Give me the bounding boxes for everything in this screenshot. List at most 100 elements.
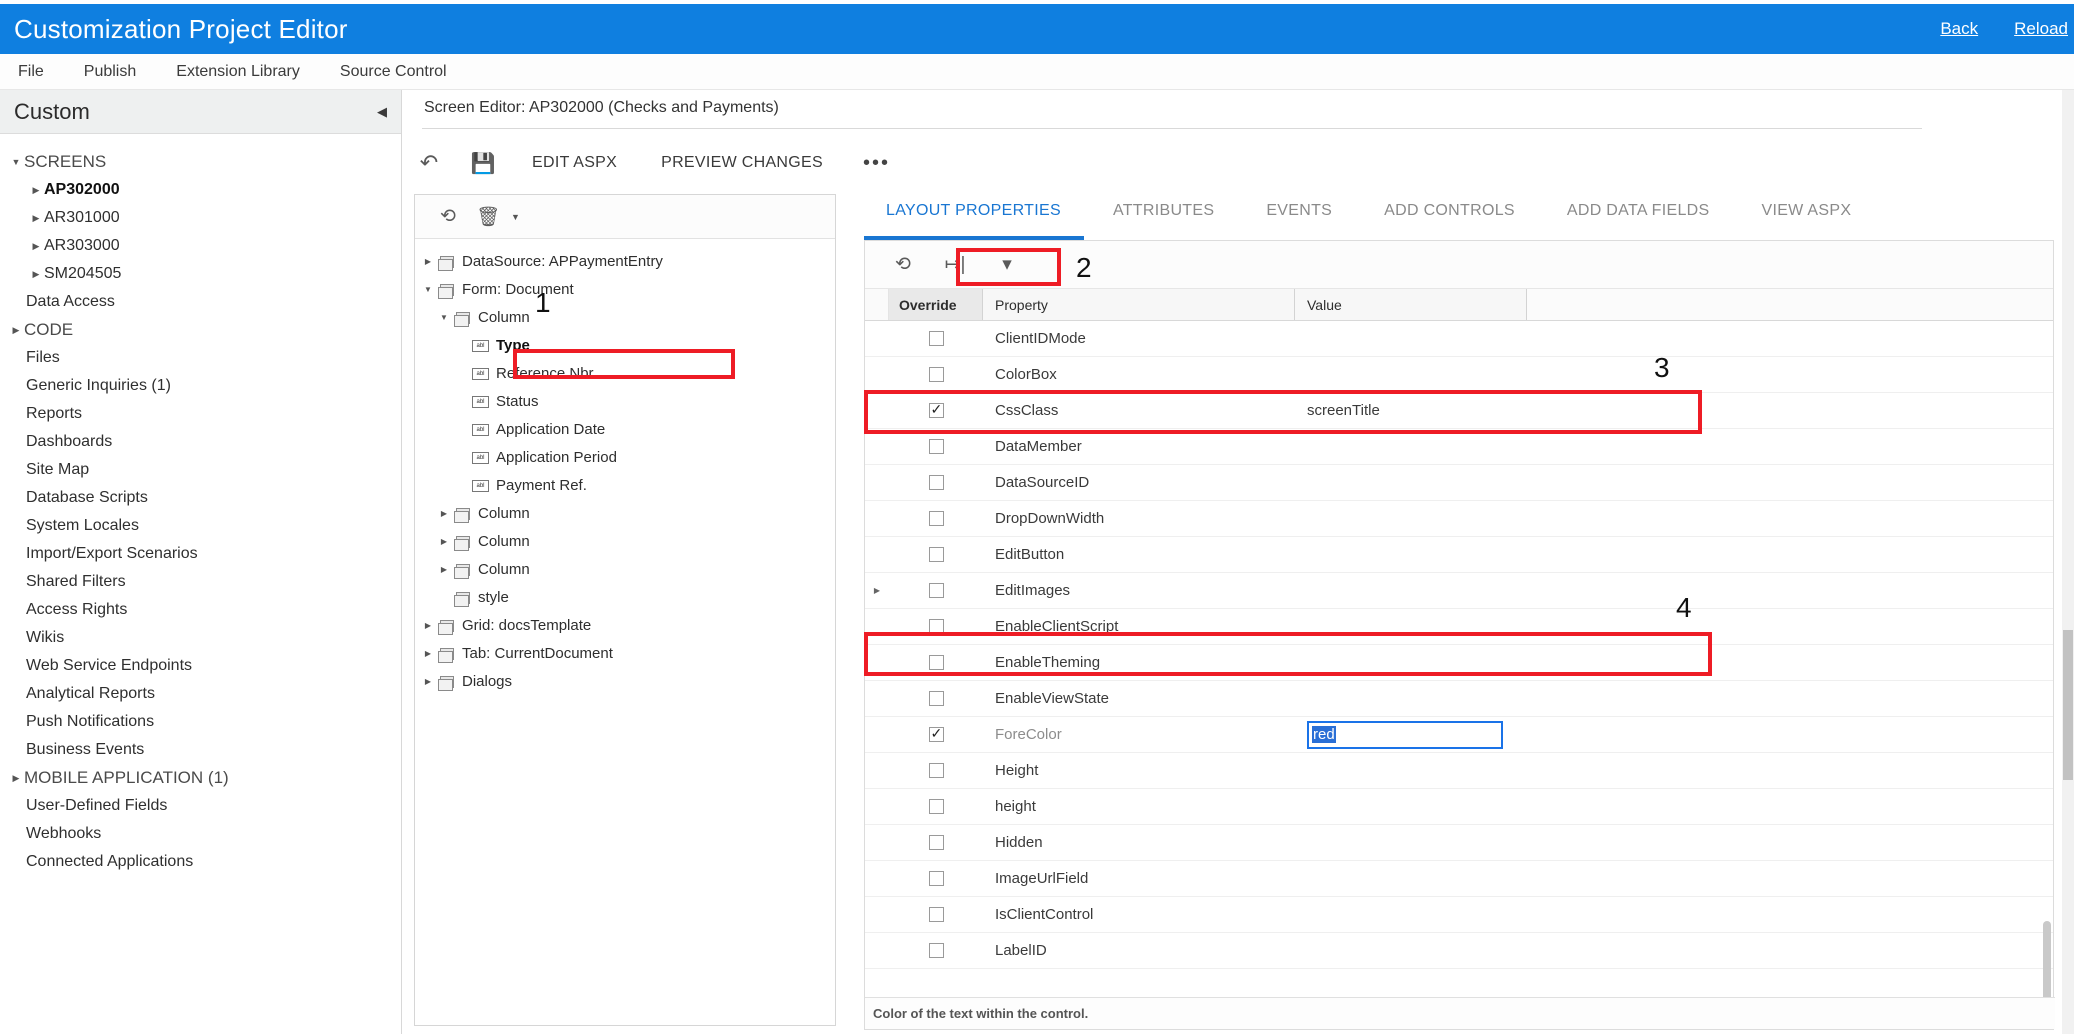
- sidebar-item-system-locales[interactable]: System Locales: [0, 512, 401, 540]
- refresh-icon[interactable]: ⟲: [431, 205, 465, 228]
- undo-arrow-icon[interactable]: ↶: [402, 150, 456, 176]
- edit-aspx-button[interactable]: EDIT ASPX: [510, 154, 639, 172]
- sidebar-item-sm204505[interactable]: ▶ SM204505: [0, 260, 401, 288]
- sidebar-item-screens[interactable]: ▼ SCREENS: [0, 148, 401, 176]
- override-checkbox[interactable]: [889, 655, 983, 670]
- override-checkbox[interactable]: [889, 691, 983, 706]
- property-row[interactable]: DataMember: [865, 429, 2053, 465]
- tab-layout-properties[interactable]: LAYOUT PROPERTIES: [860, 194, 1087, 220]
- property-row[interactable]: ForeColor red: [865, 717, 2053, 753]
- tree-node[interactable]: ▶ Dialogs: [415, 667, 835, 695]
- override-checkbox[interactable]: [889, 763, 983, 778]
- override-checkbox[interactable]: [889, 724, 983, 742]
- property-row[interactable]: EditButton: [865, 537, 2053, 573]
- chevron-right-icon[interactable]: ▶: [437, 509, 451, 518]
- fit-width-icon[interactable]: ↦|: [933, 253, 977, 276]
- sidebar-item-data-access[interactable]: Data Access: [0, 288, 401, 316]
- sidebar-item-dashboards[interactable]: Dashboards: [0, 428, 401, 456]
- tree-node[interactable]: ▶ Column: [415, 499, 835, 527]
- sidebar-item-ar303000[interactable]: ▶ AR303000: [0, 232, 401, 260]
- tree-node[interactable]: abl Status: [415, 387, 835, 415]
- override-checkbox[interactable]: [889, 943, 983, 958]
- property-row[interactable]: EnableTheming: [865, 645, 2053, 681]
- override-checkbox[interactable]: [889, 835, 983, 850]
- sidebar-item-webhooks[interactable]: Webhooks: [0, 820, 401, 848]
- tab-add-data-fields[interactable]: ADD DATA FIELDS: [1541, 194, 1736, 220]
- override-checkbox[interactable]: [889, 871, 983, 886]
- sidebar-item-reports[interactable]: Reports: [0, 400, 401, 428]
- override-checkbox[interactable]: [889, 475, 983, 490]
- chevron-right-icon[interactable]: ▶: [28, 185, 44, 196]
- tree-node[interactable]: ▶ Tab: CurrentDocument: [415, 639, 835, 667]
- tree-node[interactable]: abl Application Date: [415, 415, 835, 443]
- trash-icon[interactable]: 🗑: [471, 205, 505, 229]
- override-checkbox[interactable]: [889, 907, 983, 922]
- override-checkbox[interactable]: [889, 619, 983, 634]
- override-checkbox[interactable]: [889, 439, 983, 454]
- override-checkbox[interactable]: [889, 547, 983, 562]
- sidebar-item-files[interactable]: Files: [0, 344, 401, 372]
- property-row[interactable]: IsClientControl: [865, 897, 2053, 933]
- property-value-cell[interactable]: screenTitle: [1295, 402, 1527, 419]
- sidebar-item-generic-inquiries-1[interactable]: Generic Inquiries (1): [0, 372, 401, 400]
- tree-node[interactable]: ▶ DataSource: APPaymentEntry: [415, 247, 835, 275]
- property-value-input[interactable]: red: [1307, 720, 1503, 749]
- sidebar-item-shared-filters[interactable]: Shared Filters: [0, 568, 401, 596]
- chevron-down-icon[interactable]: ▼: [421, 285, 435, 294]
- tree-node[interactable]: ▶ Grid: docsTemplate: [415, 611, 835, 639]
- preview-changes-button[interactable]: PREVIEW CHANGES: [639, 154, 845, 172]
- tab-events[interactable]: EVENTS: [1240, 194, 1358, 220]
- filter-funnel-icon[interactable]: ▾: [985, 253, 1029, 276]
- menu-item-publish[interactable]: Publish: [64, 63, 156, 81]
- property-row[interactable]: ImageUrlField: [865, 861, 2053, 897]
- menu-item-file[interactable]: File: [0, 63, 64, 81]
- property-row[interactable]: height: [865, 789, 2053, 825]
- sidebar-item-analytical-reports[interactable]: Analytical Reports: [0, 680, 401, 708]
- sidebar-item-connected-applications[interactable]: Connected Applications: [0, 848, 401, 876]
- override-checkbox[interactable]: [889, 400, 983, 418]
- chevron-down-icon[interactable]: ▼: [511, 212, 520, 222]
- property-row[interactable]: DropDownWidth: [865, 501, 2053, 537]
- sidebar-item-business-events[interactable]: Business Events: [0, 736, 401, 764]
- property-row[interactable]: EnableClientScript: [865, 609, 2053, 645]
- page-scrollbar[interactable]: [2062, 90, 2074, 1034]
- chevron-right-icon[interactable]: ▶: [865, 586, 889, 595]
- tree-node[interactable]: ▼ Column: [415, 303, 835, 331]
- chevron-right-icon[interactable]: ▶: [437, 537, 451, 546]
- tab-add-controls[interactable]: ADD CONTROLS: [1358, 194, 1541, 220]
- sidebar-item-user-defined-fields[interactable]: User-Defined Fields: [0, 792, 401, 820]
- sidebar-item-import-export-scenarios[interactable]: Import/Export Scenarios: [0, 540, 401, 568]
- sidebar-item-ap302000[interactable]: ▶ AP302000: [0, 176, 401, 204]
- tab-attributes[interactable]: ATTRIBUTES: [1087, 194, 1240, 220]
- chevron-down-icon[interactable]: ▼: [437, 313, 451, 322]
- override-checkbox[interactable]: [889, 799, 983, 814]
- property-row[interactable]: CssClass screenTitle: [865, 393, 2053, 429]
- sidebar-item-mobile-application-1[interactable]: ▶ MOBILE APPLICATION (1): [0, 764, 401, 792]
- reload-link[interactable]: Reload: [2014, 19, 2068, 39]
- tab-view-aspx[interactable]: VIEW ASPX: [1735, 194, 1877, 220]
- chevron-right-icon[interactable]: ▶: [28, 241, 44, 252]
- sidebar-item-database-scripts[interactable]: Database Scripts: [0, 484, 401, 512]
- chevron-right-icon[interactable]: ▶: [8, 773, 24, 784]
- column-header-override[interactable]: Override: [889, 289, 983, 320]
- collapse-left-icon[interactable]: ◀: [377, 104, 401, 120]
- refresh-icon[interactable]: ⟲: [881, 253, 925, 276]
- override-checkbox[interactable]: [889, 367, 983, 382]
- chevron-right-icon[interactable]: ▶: [421, 257, 435, 266]
- tree-node[interactable]: ▼ Form: Document: [415, 275, 835, 303]
- override-checkbox[interactable]: [889, 583, 983, 598]
- sidebar-item-push-notifications[interactable]: Push Notifications: [0, 708, 401, 736]
- menu-item-extension-library[interactable]: Extension Library: [156, 63, 320, 81]
- property-row[interactable]: Height: [865, 753, 2053, 789]
- property-row[interactable]: DataSourceID: [865, 465, 2053, 501]
- more-options-icon[interactable]: •••: [845, 152, 908, 175]
- property-row[interactable]: ColorBox: [865, 357, 2053, 393]
- tree-node[interactable]: abl Payment Ref.: [415, 471, 835, 499]
- property-value-cell[interactable]: red: [1295, 720, 1527, 749]
- tree-node[interactable]: ▶ Column: [415, 555, 835, 583]
- sidebar-item-web-service-endpoints[interactable]: Web Service Endpoints: [0, 652, 401, 680]
- chevron-right-icon[interactable]: ▶: [421, 649, 435, 658]
- chevron-right-icon[interactable]: ▶: [8, 325, 24, 336]
- chevron-right-icon[interactable]: ▶: [421, 621, 435, 630]
- back-link[interactable]: Back: [1940, 19, 1978, 39]
